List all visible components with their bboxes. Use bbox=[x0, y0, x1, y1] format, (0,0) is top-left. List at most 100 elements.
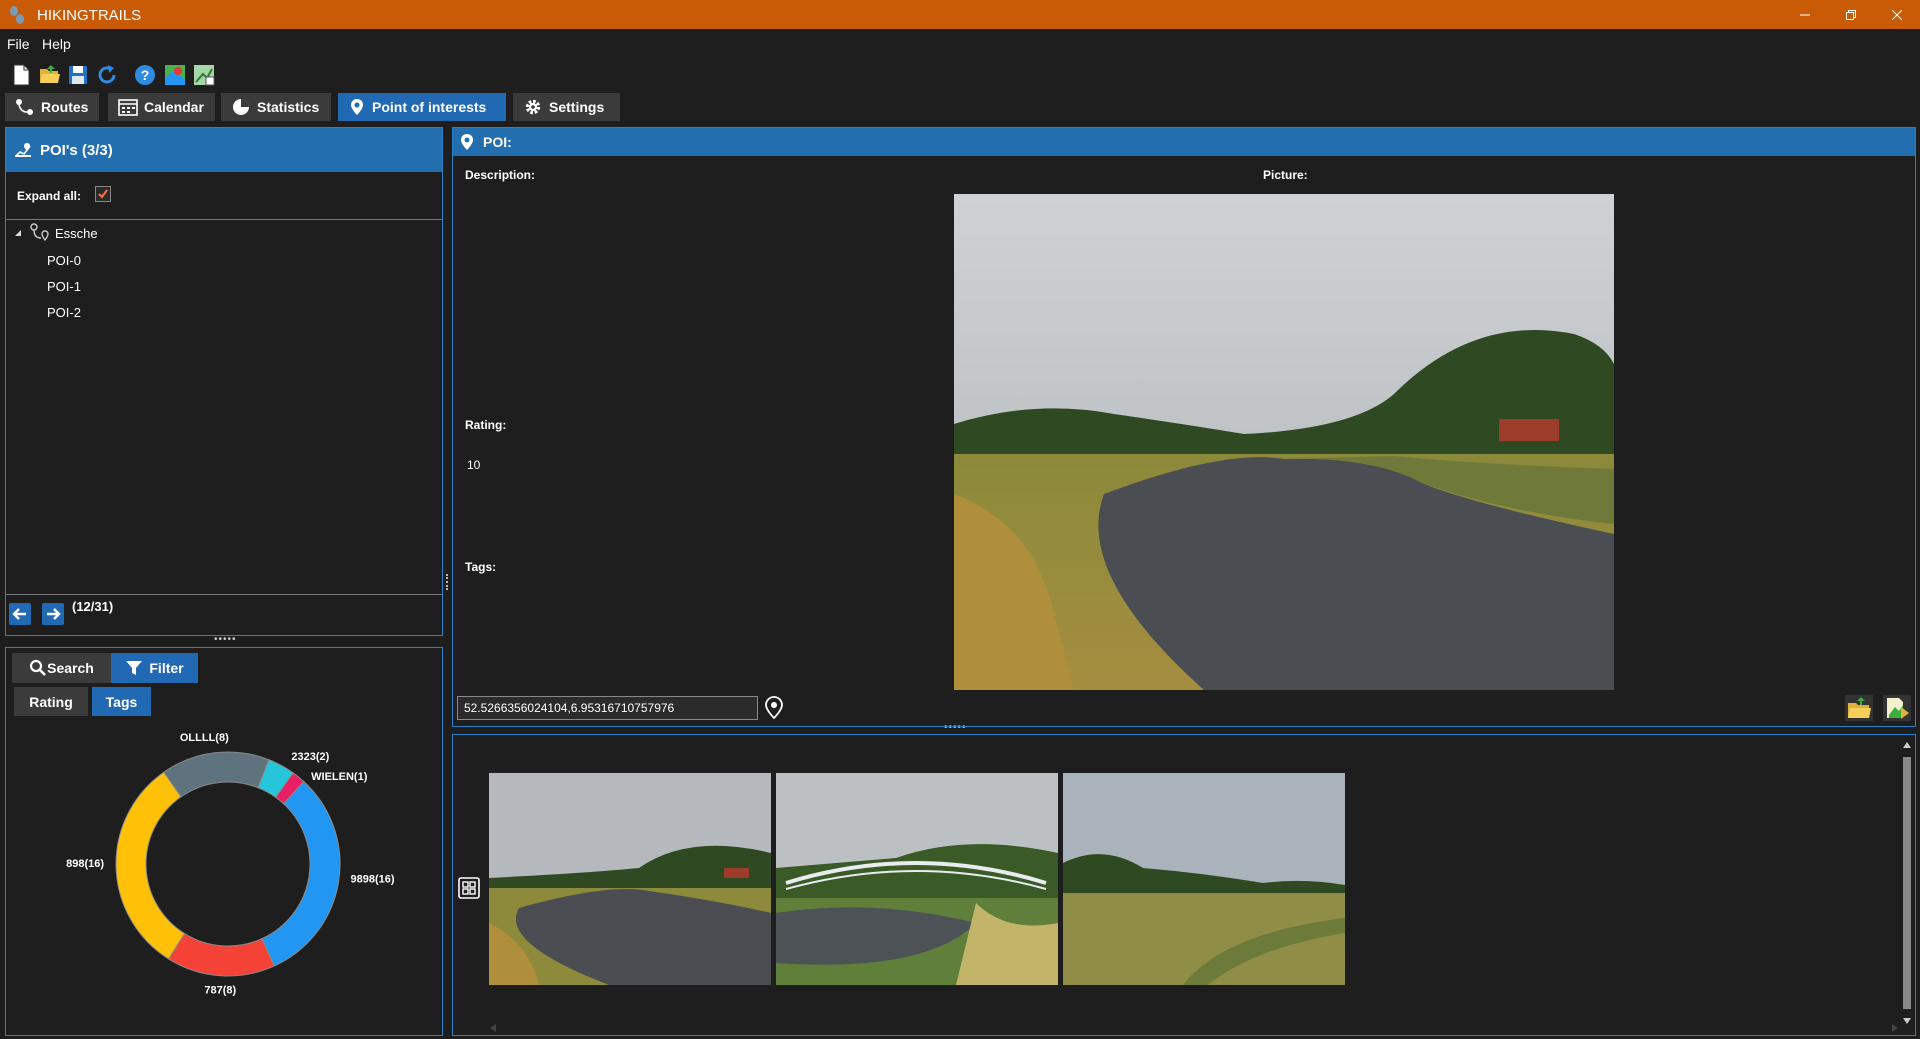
poi-tree: Essche POI-0 POI-1 POI-2 bbox=[6, 219, 442, 595]
tab-point-of-interests[interactable]: Point of interests bbox=[338, 93, 506, 121]
pie-chart-icon bbox=[233, 99, 249, 115]
menu-help[interactable]: Help bbox=[42, 36, 71, 52]
rating-label: Rating: bbox=[465, 418, 507, 432]
poi-detail-panel: POI: Description: Picture: Rating: 10 Ta… bbox=[452, 127, 1916, 727]
donut-label-0: OLLLL(8) bbox=[180, 732, 229, 744]
title-bar: HIKINGTRAILS bbox=[0, 0, 1920, 29]
restore-button[interactable] bbox=[1828, 0, 1874, 29]
grid-view-icon[interactable] bbox=[458, 877, 480, 899]
river-thumbnail[interactable] bbox=[489, 773, 771, 985]
menu-bar bbox=[0, 29, 1920, 56]
poi-list-header: POI's (3/3) bbox=[6, 128, 442, 172]
next-button[interactable] bbox=[42, 603, 64, 625]
arrow-left-icon bbox=[12, 608, 26, 620]
tab-calendar[interactable]: Calendar bbox=[108, 93, 215, 121]
close-icon bbox=[1892, 9, 1902, 20]
svg-text:?: ? bbox=[141, 67, 150, 83]
tags-label: Tags: bbox=[465, 560, 497, 574]
help-icon[interactable]: ? bbox=[134, 64, 156, 86]
donut-label-5: 898(16) bbox=[66, 858, 104, 870]
donut-label-3: 9898(16) bbox=[351, 873, 395, 885]
donut-label-2: WIELEN(1) bbox=[311, 771, 368, 783]
close-button[interactable] bbox=[1874, 0, 1920, 29]
filter-label: Filter bbox=[149, 660, 184, 676]
calendar-icon bbox=[118, 99, 138, 116]
poi-detail-header: POI: bbox=[453, 128, 1915, 156]
bridge-thumbnail[interactable] bbox=[776, 773, 1058, 985]
tree-item-poi-1[interactable]: POI-1 bbox=[47, 279, 81, 294]
export-picture-icon[interactable] bbox=[1883, 695, 1911, 721]
tab-settings[interactable]: Settings bbox=[513, 93, 620, 121]
minimize-button[interactable] bbox=[1782, 0, 1828, 29]
donut-label-1: 2323(2) bbox=[291, 751, 329, 763]
tab-poi-label: Point of interests bbox=[372, 99, 487, 115]
map-pin-icon bbox=[351, 99, 363, 115]
tab-calendar-label: Calendar bbox=[144, 99, 204, 115]
scroll-down-icon[interactable] bbox=[1902, 1017, 1912, 1025]
save-icon[interactable] bbox=[67, 64, 89, 86]
scroll-up-icon[interactable] bbox=[1902, 741, 1912, 749]
poi-pin-icon bbox=[461, 134, 473, 150]
gallery-panel bbox=[452, 734, 1916, 1036]
vertical-scroll-thumb[interactable] bbox=[1903, 757, 1911, 1009]
open-folder-icon[interactable] bbox=[39, 64, 61, 86]
rating-tab[interactable]: Rating bbox=[14, 687, 88, 716]
map-icon[interactable] bbox=[164, 64, 186, 86]
description-label: Description: bbox=[465, 168, 536, 182]
donut-slice-5[interactable] bbox=[115, 771, 186, 960]
restore-icon bbox=[1846, 9, 1856, 20]
donut-label-4: 787(8) bbox=[204, 985, 236, 997]
gallery-vertical-scrollbar[interactable] bbox=[1902, 741, 1912, 1029]
pager-text: (12/31) bbox=[72, 599, 114, 614]
tags-tab[interactable]: Tags bbox=[92, 687, 151, 716]
poi-list-icon bbox=[15, 143, 31, 157]
route-icon bbox=[16, 99, 33, 115]
menu-file[interactable]: File bbox=[7, 36, 30, 52]
poi-picture bbox=[954, 194, 1614, 690]
route-node-icon bbox=[30, 223, 49, 242]
minimize-icon bbox=[1800, 14, 1810, 15]
filter-button[interactable]: Filter bbox=[111, 653, 198, 683]
locate-pin-icon[interactable] bbox=[763, 696, 785, 720]
new-file-icon[interactable] bbox=[10, 64, 32, 86]
poi-list-panel: POI's (3/3) Expand all: Essche POI-0 POI… bbox=[5, 127, 443, 636]
tree-item-poi-0[interactable]: POI-0 bbox=[47, 253, 81, 268]
tags-tab-label: Tags bbox=[105, 693, 138, 710]
map-import-icon[interactable] bbox=[193, 64, 215, 86]
tab-statistics[interactable]: Statistics bbox=[221, 93, 331, 121]
rating-tab-label: Rating bbox=[29, 693, 73, 710]
tree-expand-icon[interactable] bbox=[14, 229, 22, 237]
rating-value: 10 bbox=[467, 458, 481, 472]
tab-statistics-label: Statistics bbox=[257, 99, 320, 115]
donut-slice-3[interactable] bbox=[261, 780, 341, 967]
filter-panel: Search Filter Rating Tags OLLLL(8) 2323(2… bbox=[5, 647, 443, 1036]
refresh-icon[interactable] bbox=[96, 64, 118, 86]
filter-icon bbox=[126, 661, 143, 675]
search-button[interactable]: Search bbox=[12, 653, 111, 683]
tab-routes[interactable]: Routes bbox=[5, 93, 99, 121]
tab-routes-label: Routes bbox=[41, 99, 89, 115]
donut-slice-4[interactable] bbox=[167, 932, 275, 977]
expand-all-checkbox[interactable] bbox=[95, 186, 111, 202]
previous-button[interactable] bbox=[9, 603, 31, 625]
app-title: HIKINGTRAILS bbox=[37, 7, 142, 24]
gear-icon bbox=[525, 99, 541, 115]
app-logo-icon bbox=[10, 6, 24, 24]
donut-slice-0[interactable] bbox=[163, 751, 270, 798]
expand-all-label: Expand all: bbox=[17, 189, 82, 203]
scroll-left-icon[interactable] bbox=[489, 1023, 497, 1033]
tab-settings-label: Settings bbox=[549, 99, 605, 115]
scroll-right-icon[interactable] bbox=[1891, 1023, 1899, 1033]
horizontal-splitter[interactable]: ••••• bbox=[214, 634, 237, 645]
open-picture-icon[interactable] bbox=[1845, 695, 1873, 721]
meadow-thumbnail[interactable] bbox=[1063, 773, 1345, 985]
coordinates-field[interactable]: 52.5266356024104,6.95316710757976 bbox=[457, 696, 758, 720]
tree-root-essche[interactable]: Essche bbox=[55, 226, 98, 241]
vertical-splitter[interactable] bbox=[446, 574, 451, 590]
tree-item-poi-2[interactable]: POI-2 bbox=[47, 305, 81, 320]
picture-label: Picture: bbox=[1263, 168, 1308, 182]
tags-donut-chart: OLLLL(8) 2323(2) WIELEN(1) 9898(16) 787(8) 89… bbox=[66, 732, 395, 997]
search-label: Search bbox=[47, 660, 94, 676]
search-icon bbox=[30, 659, 47, 676]
checkmark-icon bbox=[98, 189, 108, 199]
